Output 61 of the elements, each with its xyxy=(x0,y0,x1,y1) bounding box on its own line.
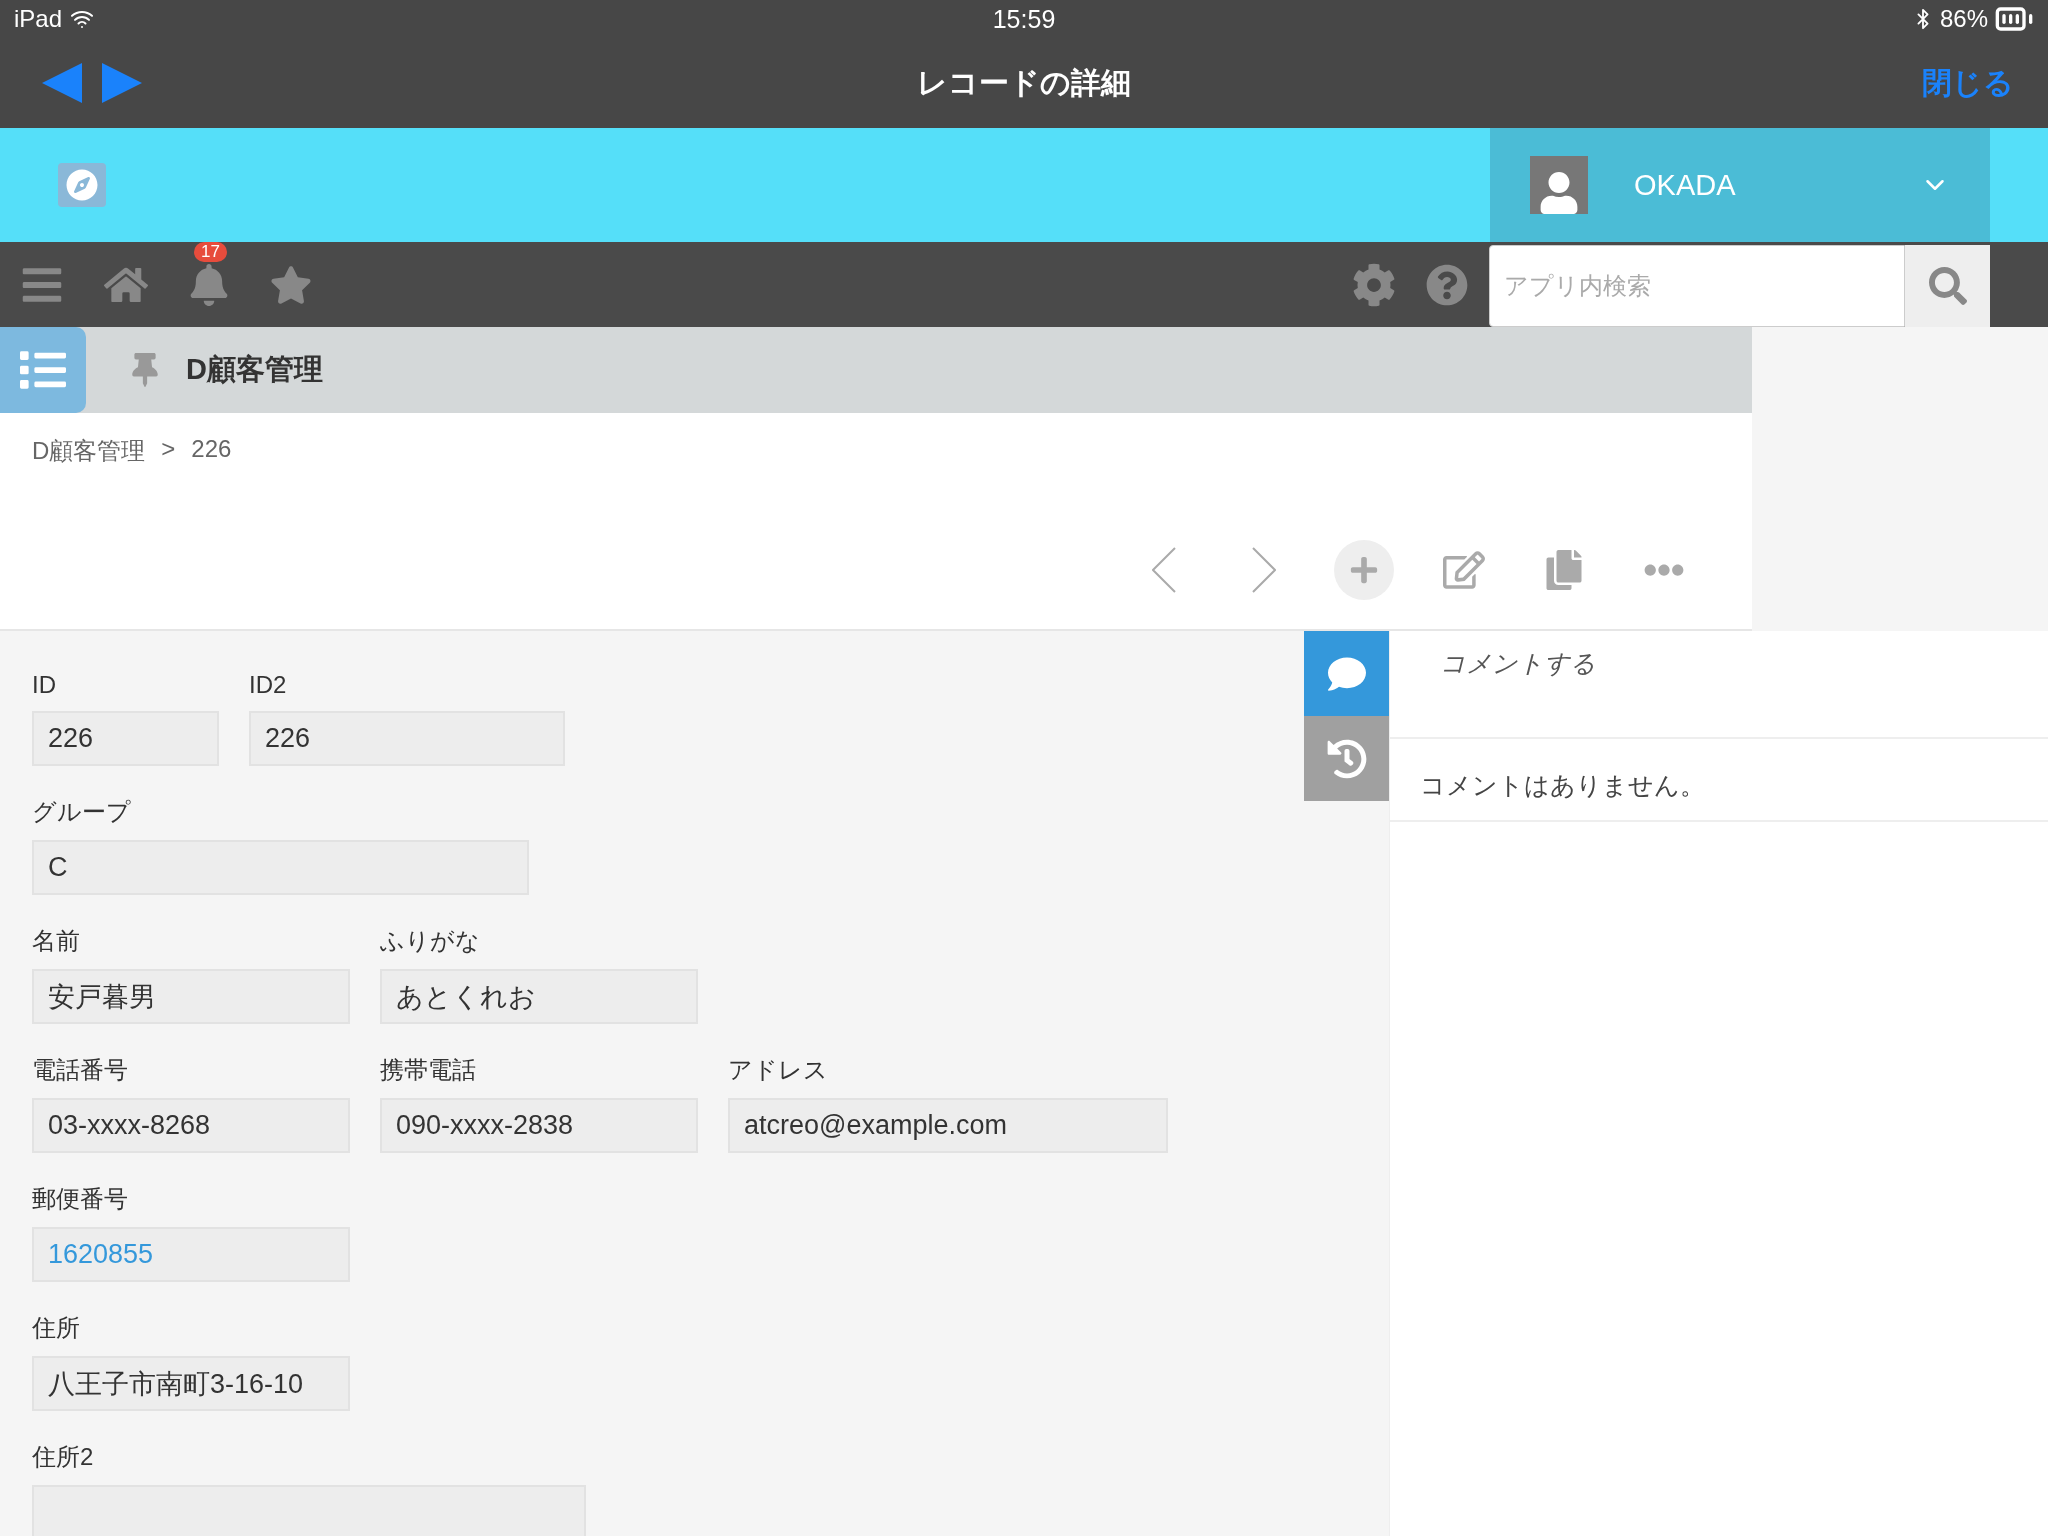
chevron-left-icon xyxy=(1152,547,1176,593)
favorites-button[interactable] xyxy=(270,263,312,306)
field-label: ふりがな xyxy=(380,926,481,956)
field-label: ID2 xyxy=(249,671,288,699)
history-icon xyxy=(1326,738,1367,779)
right-triangle-icon xyxy=(100,61,144,105)
breadcrumb-link[interactable]: D顧客管理 xyxy=(32,435,146,467)
app-title: D顧客管理 xyxy=(186,352,323,387)
notification-count: 17 xyxy=(194,241,227,262)
comments-tab[interactable] xyxy=(1304,631,1389,716)
search-icon xyxy=(1928,267,1967,305)
value-field: あとくれお xyxy=(380,969,698,1024)
compass-logo-icon[interactable] xyxy=(58,163,106,207)
notifications-button[interactable] xyxy=(188,263,230,306)
clock-time: 15:59 xyxy=(992,4,1056,34)
breadcrumb-link[interactable]: 226 xyxy=(191,435,232,467)
copy-icon xyxy=(1544,550,1584,590)
postal-code-link-field[interactable]: 1620855 xyxy=(32,1227,350,1282)
forward-button[interactable] xyxy=(100,61,144,105)
field-label: 名前 xyxy=(32,926,81,956)
no-comments-message: コメントはありません。 xyxy=(1390,739,2048,822)
page-title: レコードの詳細 xyxy=(917,64,1131,101)
field-label: 電話番号 xyxy=(32,1055,129,1085)
edit-icon xyxy=(1443,549,1485,591)
star-icon xyxy=(270,263,312,306)
chevron-right-icon xyxy=(1252,547,1276,593)
field-label: 住所 xyxy=(32,1313,81,1343)
field-label: 郵便番号 xyxy=(32,1184,129,1214)
list-view-button[interactable] xyxy=(0,327,86,413)
settings-icon xyxy=(1352,262,1396,307)
search-field[interactable]: アプリ内検索 xyxy=(1489,245,1905,327)
value-field: 226 xyxy=(249,711,565,766)
field-label: ID xyxy=(32,671,57,699)
device-name: iPad xyxy=(14,5,63,33)
breadcrumb-separator: > xyxy=(161,435,176,464)
settings-button[interactable] xyxy=(1352,262,1396,307)
speech-bubble-icon xyxy=(1327,654,1366,693)
value-field: 090-xxxx-2838 xyxy=(380,1098,698,1153)
value-field: 八王子市南町3-16-10 xyxy=(32,1356,350,1411)
field-label: グループ xyxy=(32,797,132,827)
value-field: 226 xyxy=(32,711,219,766)
value-field: atcreo@example.com xyxy=(728,1098,1168,1153)
help-button[interactable] xyxy=(1426,263,1468,306)
back-button[interactable] xyxy=(40,61,84,105)
history-tab[interactable] xyxy=(1304,716,1389,801)
battery-percent: 86% xyxy=(1939,5,1988,33)
help-icon xyxy=(1426,263,1468,306)
field-label: 住所2 xyxy=(32,1442,95,1472)
left-triangle-icon xyxy=(40,61,84,105)
field-label: アドレス xyxy=(728,1055,829,1085)
bell-icon xyxy=(188,263,230,306)
plus-icon xyxy=(1349,555,1379,585)
user-menu-button[interactable]: OKADA xyxy=(1490,128,1990,242)
field-label: 携帯電話 xyxy=(380,1055,477,1085)
close-link[interactable]: 閉じる xyxy=(1922,62,2014,104)
compass-glyph-icon xyxy=(66,169,98,201)
person-icon xyxy=(1538,172,1580,214)
value-field: 03-xxxx-8268 xyxy=(32,1098,350,1153)
value-field: 安戸暮男 xyxy=(32,969,350,1024)
value-field: C xyxy=(32,840,529,895)
search-button[interactable] xyxy=(1905,245,1990,327)
